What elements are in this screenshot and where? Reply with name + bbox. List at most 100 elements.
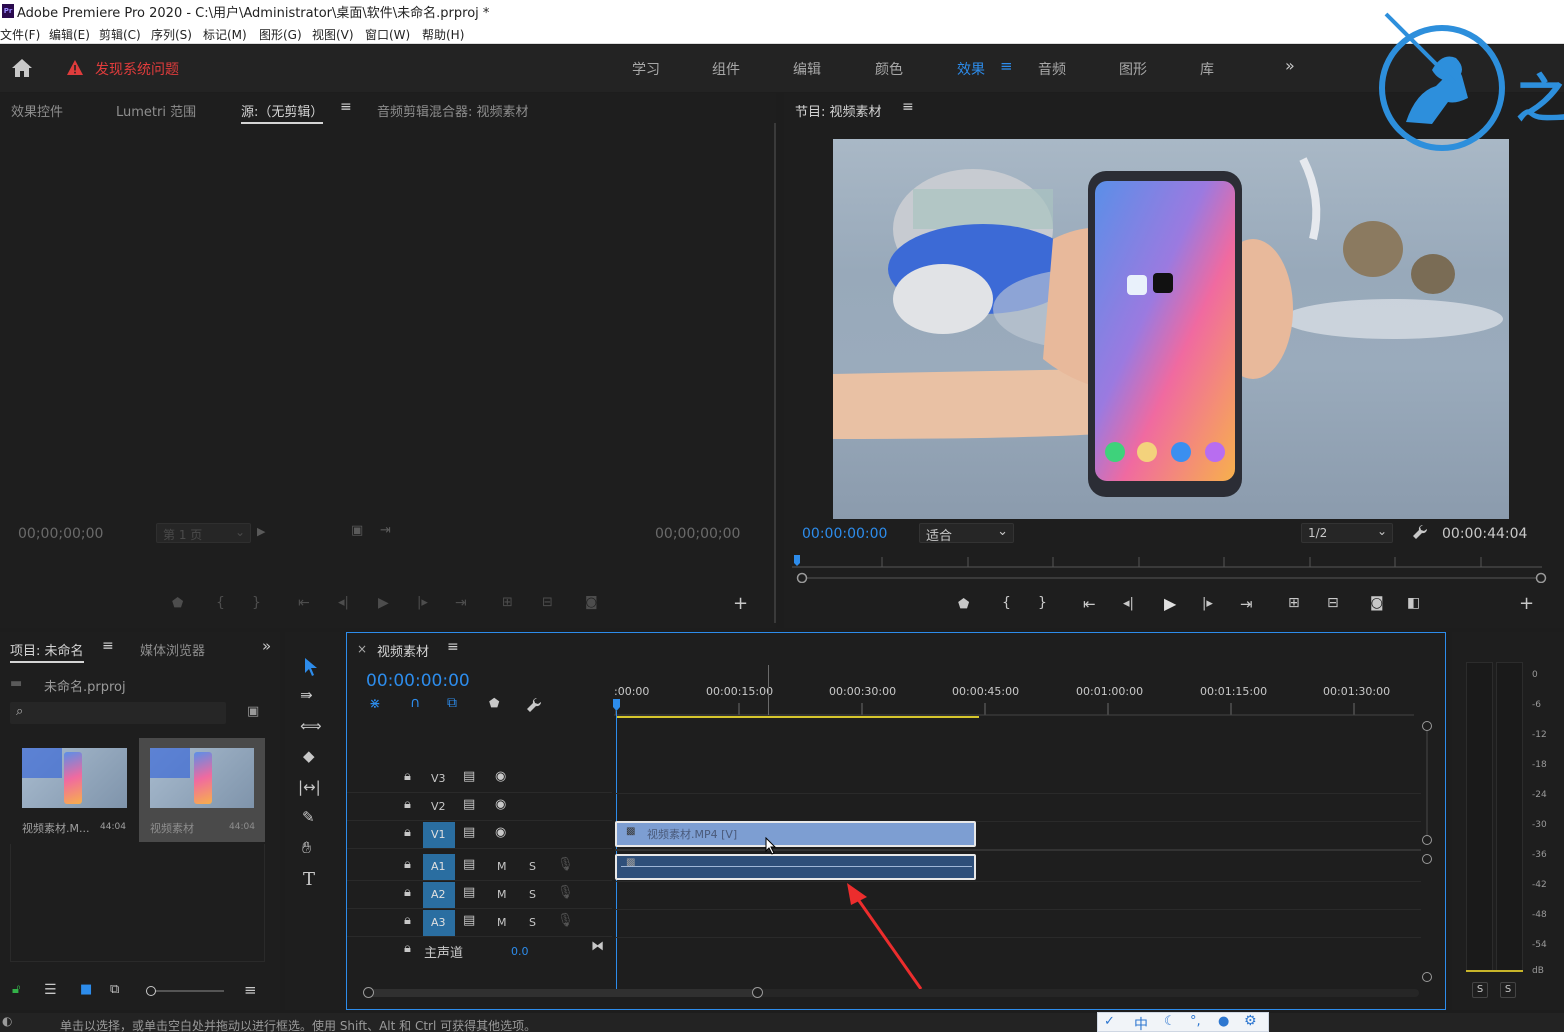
source-timecode[interactable]: 00;00;00;00 xyxy=(18,526,103,542)
list-view-icon[interactable]: ☰ xyxy=(44,982,57,998)
program-video-frame[interactable] xyxy=(833,139,1509,519)
go-to-in-icon[interactable]: ⇤ xyxy=(1083,595,1096,613)
project-item-selected[interactable]: 视频素材 44:04 xyxy=(139,738,265,842)
microphone-icon[interactable]: 🎙︎ xyxy=(557,857,574,872)
project-item[interactable]: 视频素材.M... 44:04 xyxy=(12,738,137,842)
icon-view-icon[interactable]: ■ xyxy=(80,982,92,997)
insert-icon[interactable]: ⇥ xyxy=(380,523,391,538)
tab-audio-clip-mixer[interactable]: 音频剪辑混合器: 视频素材 xyxy=(377,101,529,120)
workspace-overflow-icon[interactable]: » xyxy=(1285,56,1295,75)
lock-icon[interactable]: 🔒︎ xyxy=(404,769,411,784)
track-label[interactable]: V2 xyxy=(431,800,446,813)
timeline-timecode[interactable]: 00:00:00:00 xyxy=(366,671,470,691)
home-icon[interactable] xyxy=(11,58,33,78)
solo-button[interactable]: S xyxy=(529,916,536,929)
audio-clip[interactable]: ▩ xyxy=(615,854,976,880)
sync-lock-icon[interactable]: ▤ xyxy=(463,913,475,928)
time-ruler[interactable]: :00:00 00:00:15:00 00:00:30:00 00:00:45:… xyxy=(614,679,1414,719)
play-icon[interactable]: ▶ xyxy=(378,595,389,611)
tab-effect-controls[interactable]: 效果控件 xyxy=(11,101,63,120)
solo-right-button[interactable]: S xyxy=(1500,982,1516,998)
eye-icon[interactable]: ◉ xyxy=(495,825,506,840)
sync-lock-icon[interactable]: ▤ xyxy=(463,825,475,840)
pen-tool-icon[interactable]: ✎ xyxy=(302,808,315,826)
snap-icon[interactable]: ∩ xyxy=(410,695,420,711)
type-tool-icon[interactable]: T xyxy=(303,869,315,890)
project-menu-icon[interactable]: ≡ xyxy=(102,638,114,654)
sync-lock-icon[interactable]: ▤ xyxy=(463,857,475,872)
play-arrow-icon[interactable]: ▶ xyxy=(257,525,265,538)
workspace-audio[interactable]: 音频 xyxy=(1038,59,1066,79)
microphone-icon[interactable]: 🎙︎ xyxy=(557,885,574,900)
wrench-icon[interactable] xyxy=(526,697,542,713)
ime-chinese-mode[interactable]: 中 xyxy=(1134,1014,1148,1032)
menu-view[interactable]: 视图(V) xyxy=(312,26,354,43)
wrench-icon[interactable] xyxy=(1412,524,1428,540)
workspace-effects[interactable]: 效果 xyxy=(957,59,985,79)
insert-clip-icon[interactable]: ⊞ xyxy=(502,595,513,610)
step-forward-icon[interactable]: |▸ xyxy=(1202,596,1213,611)
track-select-tool-icon[interactable]: ⇛ xyxy=(300,686,313,704)
horizontal-scroll-thumb[interactable] xyxy=(367,989,759,997)
mute-button[interactable]: M xyxy=(497,916,507,929)
vertical-scroll-handle[interactable] xyxy=(1422,972,1432,982)
add-marker-icon[interactable]: ⬟ xyxy=(172,596,183,611)
lock-icon[interactable]: 🔒︎ xyxy=(404,797,411,812)
track-label[interactable]: V1 xyxy=(431,828,446,841)
lift-icon[interactable]: ⊞ xyxy=(1288,595,1300,611)
go-to-out-icon[interactable]: ⇥ xyxy=(1240,595,1253,613)
horizontal-scroll-handle[interactable] xyxy=(752,987,763,998)
vertical-scrollbar[interactable] xyxy=(1426,731,1428,835)
freeform-view-icon[interactable]: ⧉ xyxy=(110,982,119,997)
tab-project[interactable]: 项目: 未命名 xyxy=(10,640,84,663)
slip-tool-icon[interactable]: |↔| xyxy=(298,778,321,796)
close-icon[interactable]: × xyxy=(357,642,367,656)
resolution-select[interactable]: 1/2 ⌄ xyxy=(1301,523,1393,543)
selection-tool-icon[interactable] xyxy=(302,657,320,677)
track-label[interactable]: V3 xyxy=(431,772,446,785)
nest-sequence-icon[interactable]: ⋇ xyxy=(369,696,381,712)
workspace-editing[interactable]: 编辑 xyxy=(793,59,821,79)
zoom-slider-handle[interactable] xyxy=(146,986,156,996)
page-select[interactable]: 第 1 页 ⌄ xyxy=(156,523,251,543)
source-menu-icon[interactable]: ≡ xyxy=(340,99,352,115)
play-icon[interactable]: ▶ xyxy=(1164,594,1176,613)
mark-out-icon[interactable]: } xyxy=(1038,595,1047,611)
eye-icon[interactable]: ◉ xyxy=(495,797,506,812)
ripple-edit-tool-icon[interactable]: ⟺ xyxy=(300,717,322,735)
overwrite-icon[interactable]: ⊟ xyxy=(542,595,553,610)
program-timecode[interactable]: 00:00:00:00 xyxy=(802,526,887,542)
eye-icon[interactable]: ◉ xyxy=(495,769,506,784)
panel-overflow-icon[interactable]: » xyxy=(262,637,271,655)
add-button-icon[interactable]: + xyxy=(1519,593,1534,614)
ime-moon-icon[interactable]: ☾ xyxy=(1164,1014,1176,1029)
sync-lock-icon[interactable]: ▤ xyxy=(463,797,475,812)
add-marker-icon[interactable]: ⬟ xyxy=(489,696,499,710)
track-label[interactable]: A2 xyxy=(431,888,446,901)
ime-punctuation-icon[interactable]: °, xyxy=(1190,1014,1201,1029)
camera-icon[interactable]: ◙ xyxy=(585,595,598,610)
timeline-title[interactable]: 视频素材 xyxy=(377,641,429,660)
program-scrub-bar[interactable] xyxy=(792,553,1552,583)
workspace-libraries[interactable]: 库 xyxy=(1200,59,1214,79)
system-alert-link[interactable]: 发现系统问题 xyxy=(95,59,179,79)
tab-source[interactable]: 源:（无剪辑） xyxy=(241,101,324,124)
lock-icon[interactable]: 🔒︎ xyxy=(404,857,411,872)
menu-clip[interactable]: 剪辑(C) xyxy=(99,26,141,43)
mark-in-icon[interactable]: { xyxy=(216,595,225,611)
vertical-scroll-handle[interactable] xyxy=(1422,854,1432,864)
mute-button[interactable]: M xyxy=(497,888,507,901)
linked-selection-icon[interactable]: ⧉ xyxy=(447,695,457,711)
menu-graphics[interactable]: 图形(G) xyxy=(259,26,302,43)
timeline-menu-icon[interactable]: ≡ xyxy=(447,639,459,655)
fit-select[interactable]: 适合 ⌄ xyxy=(919,523,1014,544)
go-to-out-icon[interactable]: ⇥ xyxy=(455,595,467,611)
ime-logo-icon[interactable]: ✓ xyxy=(1104,1014,1115,1029)
menu-sequence[interactable]: 序列(S) xyxy=(151,26,192,43)
workspace-assembly[interactable]: 组件 xyxy=(712,59,740,79)
solo-left-button[interactable]: S xyxy=(1472,982,1488,998)
mark-in-icon[interactable]: { xyxy=(1002,595,1011,611)
mute-button[interactable]: M xyxy=(497,860,507,873)
lock-icon[interactable]: 🔒︎ xyxy=(404,913,411,928)
workspace-menu-icon[interactable]: ≡ xyxy=(1000,57,1013,75)
